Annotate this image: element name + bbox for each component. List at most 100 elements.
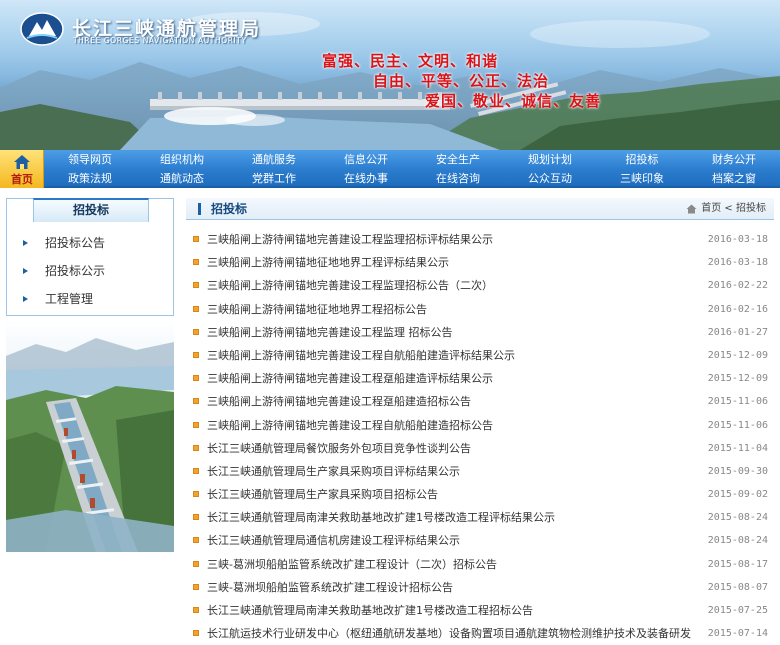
bullet-square-icon [193,514,199,521]
sidebar-item-project-management[interactable]: 工程管理 [7,285,173,313]
list-item-date: 2015-11-06 [707,396,768,408]
bullet-square-icon [193,583,199,590]
list-item-title[interactable]: 长江航运技术行业研发中心（枢纽通航研发基地）设备购置项目通航建筑物检测维护技术及… [207,622,703,645]
list-item-title[interactable]: 三峡船闸上游待闸锚地完善建设工程趸船建造评标结果公示 [207,367,703,390]
list-item[interactable]: 三峡-葛洲坝船舶监管系统改扩建工程设计（二次）招标公告 2015-08-17 [186,553,774,576]
breadcrumb-home-link[interactable]: 首页 [701,203,721,214]
org-name-en: THREE GORGES NAVIGATION AUTHORITY [73,36,247,45]
sidebar-menu: 招投标 招投标公告 招投标公示 工程管理 [6,198,174,316]
list-item[interactable]: 长江三峡通航管理局生产家具采购项目招标公告 2015-09-02 [186,483,774,506]
list-item[interactable]: 三峡船闸上游待闸锚地完善建设工程趸船建造招标公告 2015-11-06 [186,390,774,413]
list-item[interactable]: 三峡船闸上游待闸锚地完善建设工程自航船舶建造评标结果公示 2015-12-09 [186,344,774,367]
nav-home-button[interactable]: 首页 [0,150,44,188]
section-header: 招投标 首页 < 招投标 [186,198,774,220]
list-item-title[interactable]: 长江三峡通航管理局南津关救助基地改扩建1号楼改造工程评标结果公示 [207,506,703,529]
nav-item-navigation-service[interactable]: 通航服务 [228,150,320,169]
list-item-date: 2015-12-09 [707,349,768,361]
sidebar-item-bid-announcement[interactable]: 招投标公告 [7,229,173,257]
list-item-date: 2016-02-22 [707,280,768,292]
nav-item-party-work[interactable]: 党群工作 [228,169,320,188]
list-item-title[interactable]: 长江三峡通航管理局南津关救助基地改扩建1号楼改造工程招标公告 [207,599,703,622]
breadcrumb: 首页 < 招投标 [686,198,766,221]
list-item[interactable]: 三峡船闸上游待闸锚地完善建设工程自航船舶建造招标公告 2015-11-06 [186,414,774,437]
list-item-date: 2015-09-30 [707,465,768,477]
sidebar-item-label: 工程管理 [45,292,94,306]
nav-item-leader-pages[interactable]: 领导网页 [44,150,136,169]
nav-row-1: 领导网页 组织机构 通航服务 信息公开 安全生产 规划计划 招投标 财务公开 [44,150,780,169]
sidebar-item-label: 招投标公告 [45,236,106,250]
section-title-marker [198,203,201,215]
bullet-square-icon [193,491,199,498]
nav-row-2: 政策法规 通航动态 党群工作 在线办事 在线咨询 公众互动 三峡印象 档案之窗 [44,169,780,188]
nav-item-organization[interactable]: 组织机构 [136,150,228,169]
list-item-title[interactable]: 三峡船闸上游待闸锚地完善建设工程自航船舶建造评标结果公示 [207,344,703,367]
sidebar-title: 招投标 [33,198,149,222]
list-item-title[interactable]: 长江三峡通航管理局生产家具采购项目评标结果公示 [207,460,703,483]
bullet-square-icon [193,259,199,266]
home-icon [686,204,697,214]
list-item-date: 2015-07-25 [707,605,768,616]
nav-item-public-interaction[interactable]: 公众互动 [504,169,596,188]
list-item-date: 2015-11-06 [707,419,768,431]
list-item-title[interactable]: 三峡船闸上游待闸锚地完善建设工程自航船舶建造招标公告 [207,414,703,437]
breadcrumb-current[interactable]: 招投标 [736,203,766,214]
nav-item-archives[interactable]: 档案之窗 [688,169,780,188]
nav-item-three-gorges-impression[interactable]: 三峡印象 [596,169,688,188]
list-item[interactable]: 长江三峡通航管理局生产家具采购项目评标结果公示 2015-09-30 [186,460,774,483]
bullet-square-icon [193,444,199,451]
slogan-line-3: 爱国、敬业、诚信、友善 [425,92,602,110]
bullet-square-icon [193,607,199,613]
nav-item-online-service[interactable]: 在线办事 [320,169,412,188]
bidding-list: 三峡船闸上游待闸锚地完善建设工程监理招标评标结果公示 2016-03-18 三峡船… [186,228,774,645]
nav-item-planning[interactable]: 规划计划 [504,150,596,169]
nav-item-bidding[interactable]: 招投标 [596,150,688,169]
ship-lock-aerial-photo [6,320,174,552]
list-item[interactable]: 三峡船闸上游待闸锚地完善建设工程趸船建造评标结果公示 2015-12-09 [186,367,774,390]
list-item[interactable]: 长江三峡通航管理局餐饮服务外包项目竞争性谈判公告 2015-11-04 [186,437,774,460]
list-item[interactable]: 三峡船闸上游待闸锚地完善建设工程监理招标公告（二次） 2016-02-22 [186,274,774,297]
list-item-title[interactable]: 长江三峡通航管理局通信机房建设工程评标结果公示 [207,529,703,552]
list-item[interactable]: 长江三峡通航管理局南津关救助基地改扩建1号楼改造工程招标公告 2015-07-25 [186,599,774,622]
list-item-title[interactable]: 三峡船闸上游待闸锚地完善建设工程监理招标公告（二次） [207,274,703,297]
list-item-title[interactable]: 长江三峡通航管理局生产家具采购项目招标公告 [207,483,703,506]
sidebar-list: 招投标公告 招投标公示 工程管理 [7,229,173,313]
nav-home-label: 首页 [11,173,33,186]
sidebar: 招投标 招投标公告 招投标公示 工程管理 [6,198,174,552]
list-item[interactable]: 三峡船闸上游待闸锚地完善建设工程监理招标评标结果公示 2016-03-18 [186,228,774,251]
list-item-date: 2015-12-09 [707,373,768,385]
list-item-title[interactable]: 三峡船闸上游待闸锚地完善建设工程监理招标评标结果公示 [207,228,703,251]
bullet-square-icon [193,560,199,567]
list-item-title[interactable]: 三峡-葛洲坝船舶监管系统改扩建工程设计（二次）招标公告 [207,553,703,576]
bullet-square-icon [193,282,199,289]
list-item-title[interactable]: 三峡船闸上游待闸锚地征地地界工程评标结果公示 [207,251,703,274]
list-item-title[interactable]: 长江三峡通航管理局餐饮服务外包项目竞争性谈判公告 [207,437,703,460]
bullet-square-icon [193,351,199,358]
nav-item-info-disclosure[interactable]: 信息公开 [320,150,412,169]
list-item[interactable]: 三峡船闸上游待闸锚地完善建设工程监理 招标公告 2016-01-27 [186,321,774,344]
bullet-square-icon [193,630,199,637]
list-item-date: 2015-11-04 [707,442,768,454]
nav-item-online-consult[interactable]: 在线咨询 [412,169,504,188]
nav-item-policy[interactable]: 政策法规 [44,169,136,188]
list-item[interactable]: 三峡船闸上游待闸锚地征地地界工程评标结果公示 2016-03-18 [186,251,774,274]
sidebar-item-bid-publicity[interactable]: 招投标公示 [7,257,173,285]
list-item[interactable]: 长江三峡通航管理局南津关救助基地改扩建1号楼改造工程评标结果公示 2015-08-… [186,506,774,529]
list-item-date: 2015-09-02 [707,489,768,501]
list-item-title[interactable]: 三峡船闸上游待闸锚地征地地界工程招标公告 [207,298,703,321]
nav-item-navigation-news[interactable]: 通航动态 [136,169,228,188]
bullet-square-icon [193,398,199,405]
list-item[interactable]: 三峡-葛洲坝船舶监管系统改扩建工程设计招标公告 2015-08-07 [186,576,774,599]
list-item-title[interactable]: 三峡船闸上游待闸锚地完善建设工程监理 招标公告 [207,321,703,344]
list-item-title[interactable]: 三峡船闸上游待闸锚地完善建设工程趸船建造招标公告 [207,390,703,413]
arrow-right-icon [23,240,28,246]
list-item-title[interactable]: 三峡-葛洲坝船舶监管系统改扩建工程设计招标公告 [207,576,703,599]
arrow-right-icon [23,296,28,302]
bullet-square-icon [193,421,199,428]
list-item-date: 2016-03-18 [707,234,768,245]
list-item[interactable]: 长江三峡通航管理局通信机房建设工程评标结果公示 2015-08-24 [186,529,774,552]
nav-item-safety[interactable]: 安全生产 [412,150,504,169]
nav-item-finance[interactable]: 财务公开 [688,150,780,169]
list-item[interactable]: 长江航运技术行业研发中心（枢纽通航研发基地）设备购置项目通航建筑物检测维护技术及… [186,622,774,645]
authority-logo-icon [20,12,64,46]
list-item[interactable]: 三峡船闸上游待闸锚地征地地界工程招标公告 2016-02-16 [186,298,774,321]
